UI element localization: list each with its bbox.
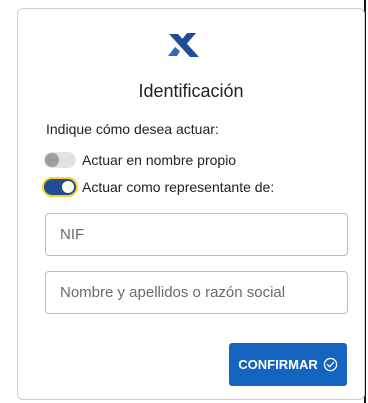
agency-logo-icon — [168, 33, 199, 57]
option-own-name[interactable]: Actuar en nombre propio — [44, 149, 236, 171]
confirm-button[interactable]: CONFIRMAR — [229, 343, 347, 386]
page-title: Identificación — [138, 81, 244, 101]
identification-card — [17, 8, 365, 400]
toggle-knob — [45, 153, 59, 167]
action-prompt: Indique cómo desea actuar: — [46, 121, 219, 137]
own-name-toggle[interactable] — [44, 152, 76, 168]
confirm-label: CONFIRMAR — [238, 357, 318, 372]
name-input[interactable] — [45, 271, 348, 314]
representative-label: Actuar como representante de: — [82, 179, 275, 195]
option-representative[interactable]: Actuar como representante de: — [44, 176, 274, 198]
toggle-knob — [62, 181, 74, 193]
own-name-label: Actuar en nombre propio — [82, 152, 237, 168]
check-circle-icon — [323, 357, 337, 372]
representative-toggle[interactable] — [44, 179, 76, 195]
nif-input[interactable] — [45, 213, 348, 256]
